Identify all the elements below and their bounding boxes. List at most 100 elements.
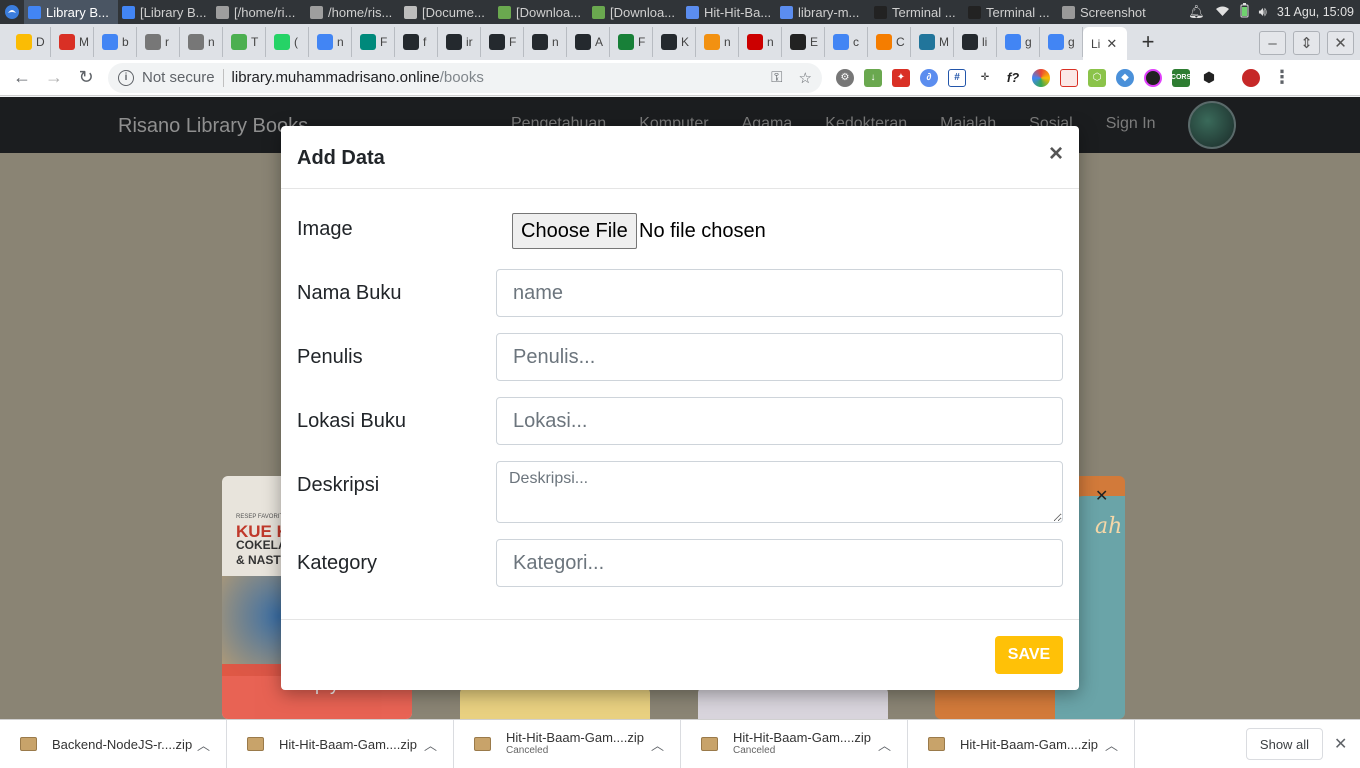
download-item[interactable]: Backend-NodeJS-r....zip ︿ (0, 719, 227, 768)
browser-tab[interactable]: E (782, 27, 825, 57)
browser-tab[interactable]: M (51, 27, 94, 57)
lokasi-buku-input[interactable] (496, 397, 1063, 445)
user-avatar[interactable] (1188, 101, 1236, 149)
taskbar-item[interactable]: [Library B... (118, 0, 212, 24)
taskbar-item[interactable]: Hit-Hit-Ba... (682, 0, 776, 24)
chevron-up-icon[interactable]: ︿ (424, 735, 437, 754)
browser-tab[interactable]: M (911, 27, 954, 57)
book-card[interactable] (698, 687, 888, 719)
deskripsi-textarea[interactable] (496, 461, 1063, 523)
bell-icon[interactable]: 🔔︎ (1188, 4, 1205, 20)
download-item[interactable]: Hit-Hit-Baam-Gam....zip ︿ (908, 719, 1135, 768)
download-extension-icon[interactable]: ↓ (864, 68, 882, 87)
volume-icon[interactable]: 🔊︎ (1259, 4, 1267, 20)
penulis-input[interactable] (496, 333, 1063, 381)
taskbar-item[interactable]: [Downloa... (588, 0, 682, 24)
browser-tab[interactable]: g (997, 27, 1040, 57)
github-icon (962, 34, 978, 50)
swirl-extension-icon[interactable]: ∂ (920, 68, 938, 87)
close-window-button[interactable]: ✕ (1327, 31, 1354, 55)
grid-extension-icon[interactable]: # (948, 68, 966, 87)
reload-button[interactable]: ↻ (70, 62, 102, 94)
maximize-button[interactable]: ⇕ (1293, 31, 1320, 55)
browser-tab[interactable]: A (567, 27, 610, 57)
key-icon[interactable]: ⚿ (771, 69, 782, 87)
browser-tab[interactable]: n (524, 27, 567, 57)
browser-tab[interactable]: r (137, 27, 180, 57)
taskbar-item[interactable]: Terminal ... (870, 0, 964, 24)
new-tab-button[interactable]: + (1133, 27, 1163, 57)
site-brand[interactable]: Risano Library Books (118, 115, 308, 138)
note-extension-icon[interactable] (1060, 68, 1078, 87)
red-extension-icon[interactable]: ✦ (892, 68, 910, 87)
nav-link-sign-in[interactable]: Sign In (1106, 115, 1156, 133)
taskbar-item[interactable]: /home/ris... (306, 0, 400, 24)
close-downloads-icon[interactable]: ✕ (1334, 734, 1347, 754)
show-all-downloads-button[interactable]: Show all (1246, 728, 1323, 760)
gear-extension-icon[interactable]: ⚙ (836, 68, 854, 87)
bookmark-star-icon[interactable]: ☆ (799, 69, 812, 87)
node-extension-icon[interactable]: ⬡ (1088, 68, 1106, 87)
browser-tab[interactable]: g (1040, 27, 1083, 57)
close-card-icon[interactable]: ✕ (1095, 486, 1108, 506)
back-button[interactable]: ← (6, 62, 38, 94)
browser-tab[interactable]: C (868, 27, 911, 57)
taskbar-item[interactable]: [Downloa... (494, 0, 588, 24)
browser-tab[interactable]: D (8, 27, 51, 57)
browser-tab[interactable]: T (223, 27, 266, 57)
download-item[interactable]: Hit-Hit-Baam-Gam....zip Canceled ︿ (681, 719, 908, 768)
cube-extension-icon[interactable]: ⬢ (1200, 68, 1218, 87)
save-button[interactable]: SAVE (995, 636, 1063, 674)
browser-tab[interactable]: K (653, 27, 696, 57)
kategori-input[interactable] (496, 539, 1063, 587)
battery-icon[interactable] (1240, 3, 1249, 21)
crosshair-extension-icon[interactable]: ✛ (976, 68, 994, 87)
choose-file-button[interactable]: Choose File (512, 213, 637, 249)
taskbar-item[interactable]: Screenshot (1058, 0, 1152, 24)
bird-extension-icon[interactable]: ◆ (1116, 68, 1134, 87)
download-item[interactable]: Hit-Hit-Baam-Gam....zip Canceled ︿ (454, 719, 681, 768)
forward-button[interactable]: → (38, 62, 70, 94)
tab-active[interactable]: Li ✕ (1083, 27, 1127, 60)
profile-avatar-icon[interactable] (1242, 68, 1260, 87)
taskbar-item[interactable]: library-m... (776, 0, 870, 24)
browser-tab[interactable]: b (94, 27, 137, 57)
browser-tab[interactable]: f (395, 27, 438, 57)
nama-buku-input[interactable] (496, 269, 1063, 317)
browser-tab[interactable]: n (696, 27, 739, 57)
taskbar-item[interactable]: [Docume... (400, 0, 494, 24)
taskbar-item[interactable]: Terminal ... (964, 0, 1058, 24)
chevron-up-icon[interactable]: ︿ (878, 735, 891, 754)
chevron-up-icon[interactable]: ︿ (651, 735, 664, 754)
modal-close-button[interactable]: × (1049, 142, 1063, 166)
browser-tab[interactable]: c (825, 27, 868, 57)
color-extension-icon[interactable] (1032, 68, 1050, 87)
browser-tab[interactable]: ( (266, 27, 309, 57)
app-menu-icon[interactable] (0, 0, 24, 24)
address-bar[interactable]: i Not secure library.muhammadrisano.onli… (108, 62, 822, 93)
cors-extension-icon[interactable]: CORS (1171, 68, 1191, 87)
minimize-button[interactable]: – (1259, 31, 1286, 55)
browser-tab[interactable]: n (180, 27, 223, 57)
info-icon[interactable]: i (118, 69, 134, 86)
clock[interactable]: 31 Agu, 15:09 (1277, 5, 1354, 19)
browser-tab[interactable]: n (309, 27, 352, 57)
browser-tab[interactable]: F (610, 27, 653, 57)
browser-tab[interactable]: F (352, 27, 395, 57)
formula-extension-icon[interactable]: f? (1004, 68, 1022, 87)
taskbar-item[interactable]: Library B... (24, 0, 118, 24)
browser-tab[interactable]: ir (438, 27, 481, 57)
browser-tab[interactable]: li (954, 27, 997, 57)
book-card[interactable] (460, 687, 650, 719)
browser-tab[interactable]: n (739, 27, 782, 57)
chevron-up-icon[interactable]: ︿ (1105, 735, 1118, 754)
browser-menu-icon[interactable]: ⋮ (1272, 67, 1292, 88)
security-status[interactable]: Not secure (142, 69, 215, 86)
wifi-icon[interactable] (1215, 5, 1230, 20)
browser-tab[interactable]: F (481, 27, 524, 57)
circle-extension-icon[interactable] (1144, 68, 1162, 87)
chevron-up-icon[interactable]: ︿ (197, 735, 210, 754)
download-item[interactable]: Hit-Hit-Baam-Gam....zip ︿ (227, 719, 454, 768)
taskbar-item[interactable]: [/home/ri... (212, 0, 306, 24)
close-tab-icon[interactable]: ✕ (1106, 36, 1117, 52)
